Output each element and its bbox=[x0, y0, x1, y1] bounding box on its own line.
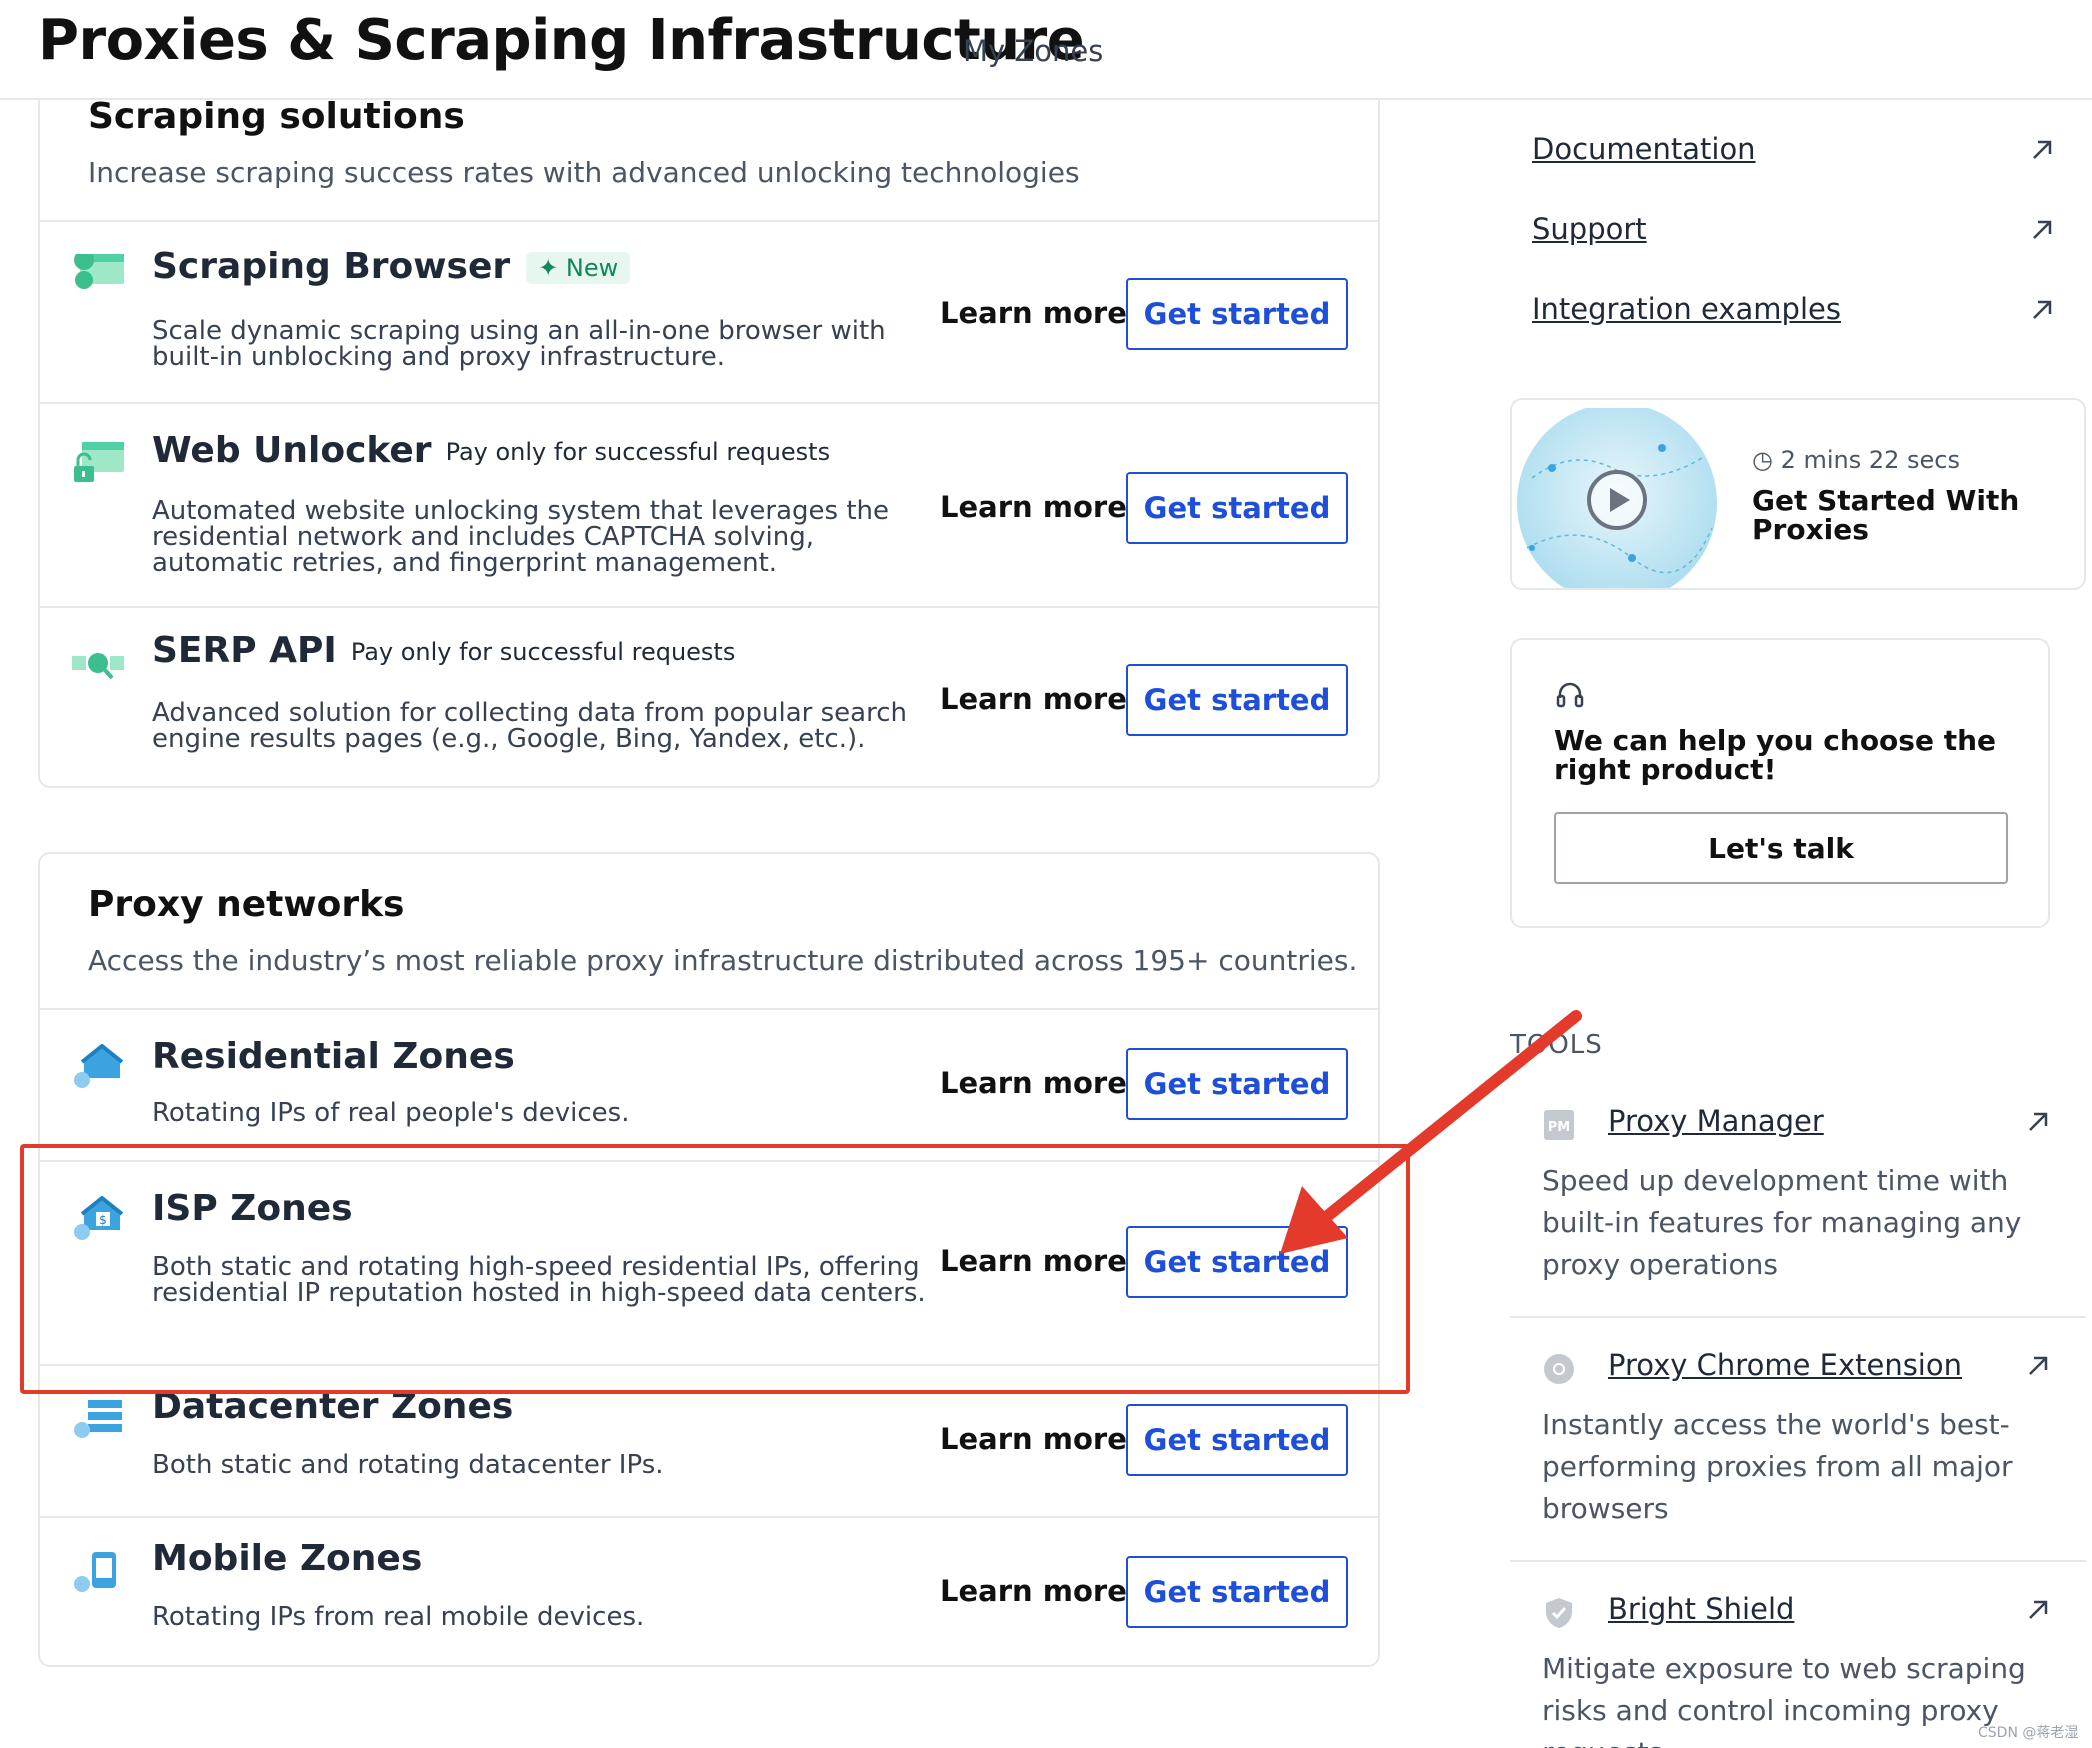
divider bbox=[1510, 1560, 2086, 1562]
external-link-icon[interactable] bbox=[2024, 1108, 2052, 1136]
duration-text: 2 mins 22 secs bbox=[1780, 446, 1961, 474]
integration-examples-link[interactable]: Integration examples bbox=[1532, 292, 1841, 326]
tool-name[interactable]: Proxy Manager bbox=[1608, 1104, 1824, 1138]
headset-icon bbox=[1556, 682, 1584, 708]
globe-illustration bbox=[1517, 408, 1717, 588]
shield-icon bbox=[1546, 1598, 1572, 1628]
product-description: Advanced solution for collecting data fr… bbox=[152, 698, 908, 754]
badge-label: New bbox=[565, 254, 619, 282]
browser-icon bbox=[74, 254, 124, 292]
server-icon bbox=[74, 1400, 122, 1438]
get-started-button[interactable]: Get started bbox=[1126, 664, 1348, 736]
top-bar: Proxies & Scraping Infrastructure My Zon… bbox=[0, 0, 2092, 100]
tool-description: Mitigate exposure to web scraping risks … bbox=[1542, 1652, 2026, 1748]
external-link-icon[interactable] bbox=[2024, 1352, 2052, 1380]
tool-name[interactable]: Bright Shield bbox=[1608, 1592, 1794, 1626]
product-row-serp-api: SERP API Pay only for successful requests… bbox=[40, 606, 1378, 786]
product-title: Residential Zones bbox=[152, 1036, 515, 1077]
product-title: SERP API Pay only for successful requests bbox=[152, 630, 735, 671]
scraping-solutions-card: Scraping solutions Increase scraping suc… bbox=[38, 96, 1380, 788]
serp-search-icon bbox=[72, 653, 124, 680]
learn-more-link[interactable]: Learn more bbox=[940, 1574, 1127, 1608]
product-row-scraping-browser: Scraping Browser ✦ New Scale dynamic scra… bbox=[40, 220, 1378, 402]
page: Proxies & Scraping Infrastructure My Zon… bbox=[0, 0, 2092, 1748]
external-link-icon[interactable] bbox=[2028, 216, 2056, 244]
watermark: CSDN @蒋老湿 bbox=[1978, 1725, 2079, 1741]
external-link-icon[interactable] bbox=[2028, 136, 2056, 164]
video-title: Get Started With Proxies bbox=[1752, 484, 2020, 546]
tool-description: Speed up development time with built-in … bbox=[1542, 1164, 2022, 1281]
learn-more-link[interactable]: Learn more bbox=[940, 296, 1127, 330]
learn-more-link[interactable]: Learn more bbox=[940, 1066, 1127, 1100]
divider bbox=[1510, 1316, 2086, 1318]
product-description: Automated website unlocking system that … bbox=[152, 496, 890, 578]
get-started-button[interactable]: Get started bbox=[1126, 472, 1348, 544]
proxy-manager-icon: PM bbox=[1544, 1110, 1574, 1140]
page-title: Proxies & Scraping Infrastructure bbox=[38, 8, 1085, 73]
section-title: Scraping solutions bbox=[88, 96, 465, 137]
external-link-icon[interactable] bbox=[2028, 296, 2056, 324]
tool-description: Instantly access the world's best-perfor… bbox=[1542, 1408, 2013, 1525]
external-link-icon[interactable] bbox=[2024, 1596, 2052, 1624]
product-tagline: Pay only for successful requests bbox=[445, 438, 831, 466]
section-subtitle: Access the industry’s most reliable prox… bbox=[88, 944, 1358, 977]
annotation-highlight-box bbox=[20, 1144, 1410, 1394]
product-name: Web Unlocker bbox=[152, 430, 432, 471]
chrome-icon bbox=[1544, 1354, 1574, 1384]
product-title: Scraping Browser ✦ New bbox=[152, 246, 631, 287]
get-started-button[interactable]: Get started bbox=[1126, 1048, 1348, 1120]
product-description: Scale dynamic scraping using an all-in-o… bbox=[152, 316, 886, 372]
mobile-icon bbox=[74, 1552, 116, 1592]
video-card[interactable]: ◷ 2 mins 22 secs Get Started With Proxie… bbox=[1510, 398, 2086, 590]
help-text: We can help you choose the right product… bbox=[1554, 724, 1996, 786]
get-started-button[interactable]: Get started bbox=[1126, 1556, 1348, 1628]
product-name: Scraping Browser bbox=[152, 246, 511, 287]
tools-label: TOOLS bbox=[1510, 1030, 1603, 1060]
product-description: Rotating IPs from real mobile devices. bbox=[152, 1602, 645, 1632]
learn-more-link[interactable]: Learn more bbox=[940, 682, 1127, 716]
unlock-icon bbox=[74, 442, 124, 482]
product-description: Rotating IPs of real people's devices. bbox=[152, 1098, 630, 1128]
section-subtitle: Increase scraping success rates with adv… bbox=[88, 156, 1080, 189]
product-title: Mobile Zones bbox=[152, 1538, 423, 1579]
product-row-residential-zones: Residential Zones Rotating IPs of real p… bbox=[40, 1008, 1378, 1160]
product-row-mobile-zones: Mobile Zones Rotating IPs from real mobi… bbox=[40, 1516, 1378, 1666]
learn-more-link[interactable]: Learn more bbox=[940, 490, 1127, 524]
help-card: We can help you choose the right product… bbox=[1510, 638, 2050, 928]
lets-talk-button[interactable]: Let's talk bbox=[1554, 812, 2008, 884]
learn-more-link[interactable]: Learn more bbox=[940, 1422, 1127, 1456]
product-name: SERP API bbox=[152, 630, 337, 671]
new-badge: ✦ New bbox=[526, 252, 631, 284]
get-started-button[interactable]: Get started bbox=[1126, 278, 1348, 350]
section-title: Proxy networks bbox=[88, 884, 405, 925]
product-tagline: Pay only for successful requests bbox=[350, 638, 736, 666]
product-title: Web Unlocker Pay only for successful requ… bbox=[152, 430, 830, 471]
breadcrumb-my-zones[interactable]: My Zones bbox=[963, 34, 1103, 68]
get-started-button[interactable]: Get started bbox=[1126, 1404, 1348, 1476]
documentation-link[interactable]: Documentation bbox=[1532, 132, 1756, 166]
support-link[interactable]: Support bbox=[1532, 212, 1647, 246]
product-row-web-unlocker: Web Unlocker Pay only for successful requ… bbox=[40, 402, 1378, 606]
house-icon bbox=[74, 1044, 124, 1088]
product-description: Both static and rotating datacenter IPs. bbox=[152, 1450, 664, 1480]
svg-text:PM: PM bbox=[1548, 1120, 1570, 1135]
video-duration: ◷ 2 mins 22 secs bbox=[1752, 446, 1961, 474]
tool-name[interactable]: Proxy Chrome Extension bbox=[1608, 1348, 1962, 1382]
